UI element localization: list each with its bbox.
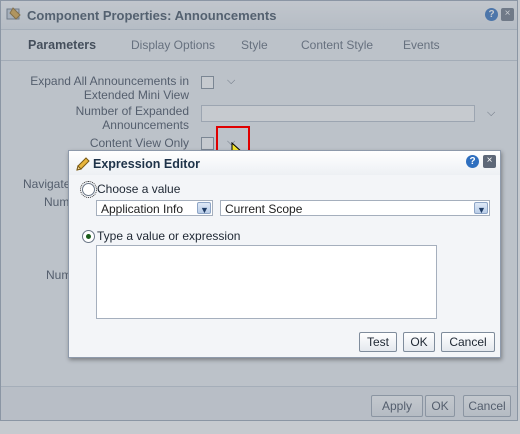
expression-textarea[interactable] [96,245,437,319]
type-expression-label: Type a value or expression [97,229,241,243]
expression-editor-titlebar: Expression Editor ? × [69,151,500,175]
type-expression-radio[interactable] [82,230,95,243]
expression-editor-title: Expression Editor [93,157,200,171]
test-button[interactable]: Test [359,332,397,352]
value-category-select[interactable]: Application Info ▼ [96,200,213,216]
value-category-selected: Application Info [101,202,184,216]
chevron-down-icon[interactable]: ▼ [474,202,488,215]
scope-selected: Current Scope [225,202,303,216]
chevron-down-icon[interactable]: ▼ [197,202,211,215]
choose-value-radio[interactable] [80,181,97,198]
expression-editor-dialog: Expression Editor ? × Choose a value App… [68,150,501,358]
cancel-button[interactable]: Cancel [441,332,495,352]
ok-button[interactable]: OK [403,332,435,352]
scope-select[interactable]: Current Scope ▼ [220,200,490,216]
pencil-icon [76,157,90,171]
choose-value-label: Choose a value [97,182,181,196]
help-icon[interactable]: ? [466,155,479,168]
radio-selected-dot [86,234,91,239]
close-icon[interactable]: × [483,155,496,168]
